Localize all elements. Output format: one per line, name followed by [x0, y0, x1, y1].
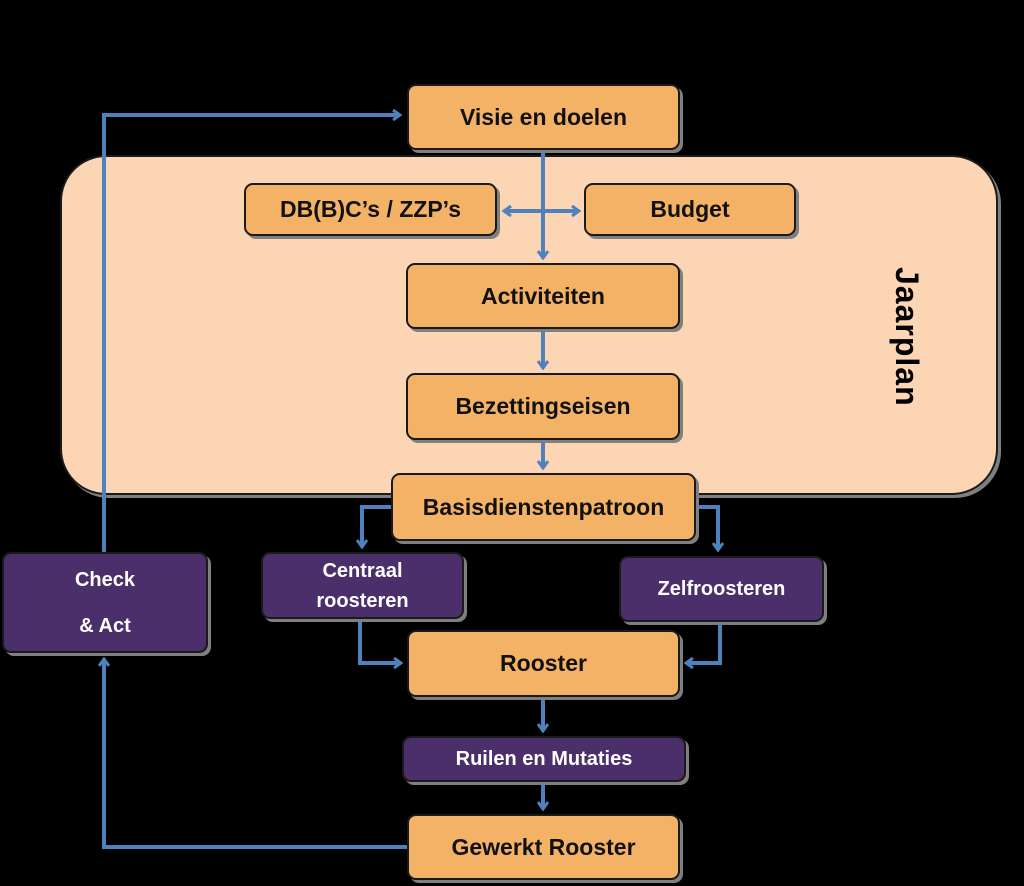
- node-basisdienstenpatroon: Basisdienstenpatroon: [391, 473, 696, 541]
- node-budget: Budget: [584, 183, 796, 236]
- arrow-zelf-to-rooster: [686, 623, 722, 663]
- node-label: & Act: [79, 614, 131, 637]
- node-label: Activiteiten: [481, 282, 605, 309]
- node-bezettingseisen: Bezettingseisen: [406, 373, 680, 440]
- arrow-basis-to-zelf: [696, 505, 718, 550]
- node-label: roosteren: [316, 589, 409, 612]
- node-label: Basisdienstenpatroon: [422, 493, 665, 520]
- arrow-centraal-to-rooster: [358, 620, 401, 663]
- node-label: Centraal: [322, 559, 403, 582]
- arrow-gewerkt-to-check: [104, 659, 407, 849]
- node-label: Check: [74, 568, 136, 591]
- arrow-check-to-visie: [102, 115, 400, 552]
- node-zelfroosteren: Zelfroosteren: [619, 556, 824, 622]
- node-label: Budget: [650, 196, 730, 222]
- node-centraal-roosteren: Centraal roosteren: [261, 552, 464, 619]
- node-dbbc: DB(B)C’s / ZZP’s: [244, 183, 497, 236]
- node-label: Visie en doelen: [459, 103, 628, 130]
- arrow-basis-to-centraal: [362, 505, 391, 547]
- node-visie: Visie en doelen: [407, 84, 680, 150]
- node-label: Bezettingseisen: [455, 393, 631, 419]
- node-ruilen-mutaties: Ruilen en Mutaties: [402, 736, 686, 782]
- diagram: Jaarplan Visie en doelen DB(B)C’s / ZZP’…: [0, 0, 1024, 886]
- node-label: Rooster: [500, 650, 587, 676]
- node-gewerkt-rooster: Gewerkt Rooster: [407, 814, 680, 880]
- node-rooster: Rooster: [407, 630, 680, 697]
- node-label: Gewerkt Rooster: [451, 833, 636, 860]
- node-check-act: Check & Act: [2, 552, 208, 653]
- node-label: DB(B)C’s / ZZP’s: [279, 196, 462, 222]
- node-activiteiten: Activiteiten: [406, 263, 680, 329]
- node-label: Zelfroosteren: [657, 578, 786, 600]
- node-label: Ruilen en Mutaties: [455, 748, 633, 770]
